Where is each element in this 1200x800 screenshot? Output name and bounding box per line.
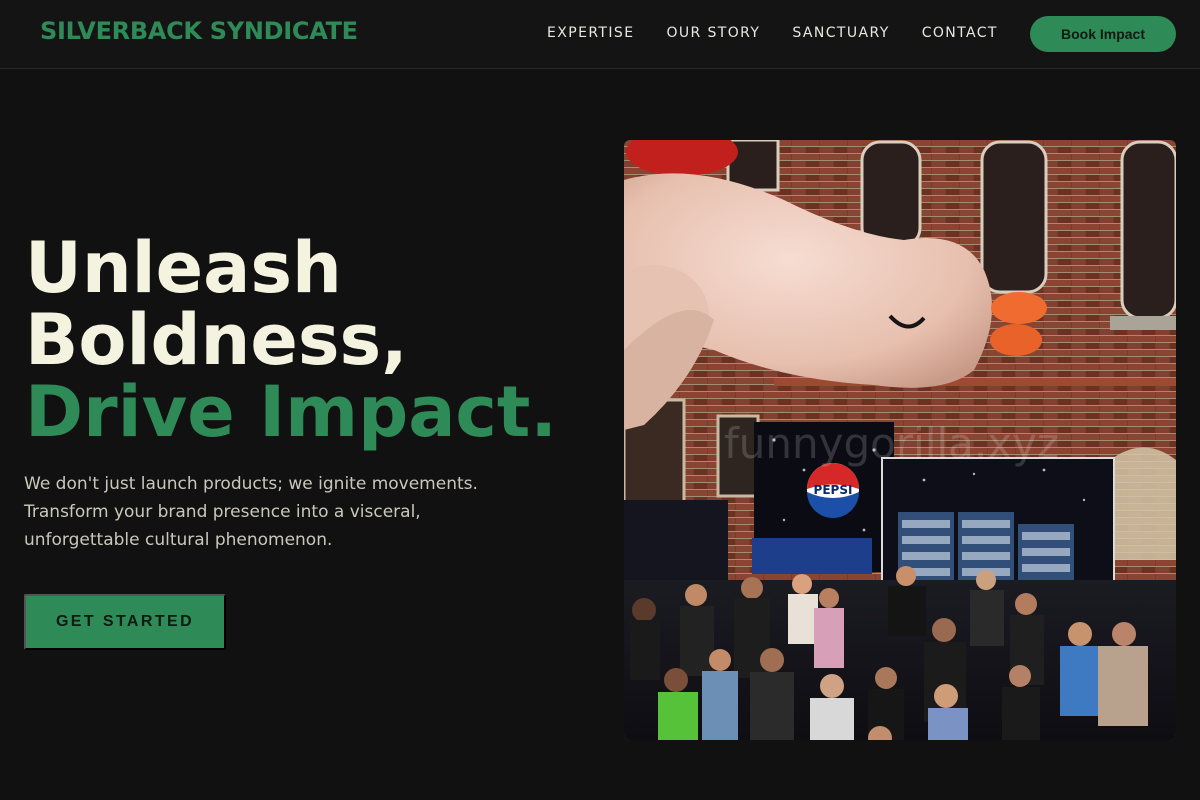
top-navigation: SILVERBACK SYNDICATE EXPERTISE OUR STORY…: [0, 0, 1200, 69]
nav-link-sanctuary[interactable]: SANCTUARY: [792, 25, 889, 41]
hero-subtitle: We don't just launch products; we ignite…: [24, 474, 478, 550]
book-impact-button[interactable]: Book Impact: [1030, 16, 1176, 52]
pepsi-sign-text: PEPSI: [814, 483, 853, 497]
hero-image: PEPSI funnygorilla.xyz: [624, 140, 1176, 740]
get-started-button[interactable]: GET STARTED: [24, 594, 226, 650]
hero-title-line-2: Boldness,: [25, 299, 408, 381]
nav-link-expertise[interactable]: EXPERTISE: [547, 25, 634, 41]
hero-title: Unleash Boldness, Drive Impact.: [25, 232, 557, 448]
brand-logo[interactable]: SILVERBACK SYNDICATE: [40, 17, 358, 45]
nav-link-contact[interactable]: CONTACT: [922, 25, 998, 41]
nav-links: EXPERTISE OUR STORY SANCTUARY CONTACT: [547, 25, 1030, 41]
crowd: [624, 566, 1176, 740]
hero-image-illustration: PEPSI funnygorilla.xyz: [624, 140, 1176, 740]
nav-link-our-story[interactable]: OUR STORY: [666, 25, 760, 41]
hero-title-accent: Drive Impact.: [25, 371, 557, 453]
image-watermark: funnygorilla.xyz: [724, 419, 1059, 468]
hero-title-line-1: Unleash: [25, 227, 342, 309]
